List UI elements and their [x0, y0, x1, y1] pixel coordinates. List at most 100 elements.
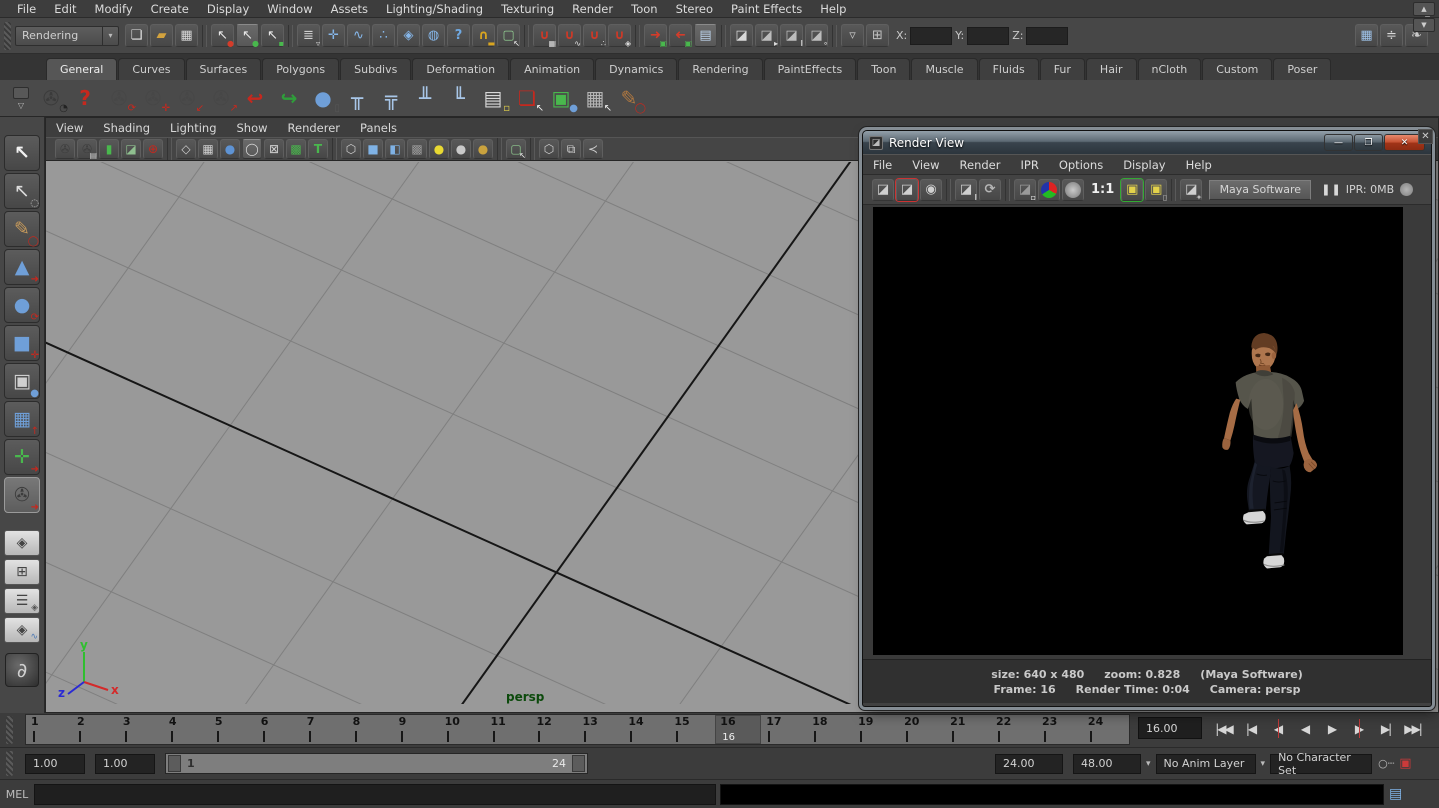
scale-tool[interactable]: ■ ✛: [4, 325, 40, 361]
menu-item[interactable]: Create: [142, 1, 198, 17]
shadows-icon[interactable]: ◧: [385, 139, 405, 159]
menu-item[interactable]: Modify: [86, 1, 142, 17]
range-end-handle[interactable]: [572, 755, 585, 772]
render-view-title-bar[interactable]: ◪ Render View — ❐ ✕: [863, 131, 1431, 154]
menu-item[interactable]: Paint Effects: [722, 1, 811, 17]
pause-ipr-icon[interactable]: ❚❚: [1321, 183, 1341, 196]
shelf-tab[interactable]: Rendering: [678, 58, 762, 80]
snap-to-curve-icon[interactable]: ∿: [347, 24, 370, 47]
select-by-object-icon[interactable]: ↖ ●: [236, 24, 259, 47]
snap-magnet-point-icon[interactable]: ∪ ∴: [583, 24, 606, 47]
toolbar-grip[interactable]: [4, 22, 11, 50]
xray-icon[interactable]: ⊠: [264, 139, 284, 159]
menu-item[interactable]: Edit: [45, 1, 85, 17]
smooth-shade-icon[interactable]: ▦: [198, 139, 218, 159]
menu-item[interactable]: Help: [811, 1, 855, 17]
alpha-channel-icon[interactable]: [1062, 179, 1084, 201]
frame-cell[interactable]: 11: [486, 715, 532, 744]
last-tool-used[interactable]: ✇ ➜: [4, 477, 40, 513]
frame-cell[interactable]: 8: [348, 715, 394, 744]
toolbar-separator[interactable]: [832, 25, 837, 47]
universal-manipulator-tool[interactable]: ▣ ●: [4, 363, 40, 399]
dolly-camera-icon[interactable]: ✇ ↙: [172, 83, 202, 113]
timeline-grip[interactable]: [6, 716, 13, 743]
toolbar-separator[interactable]: [288, 25, 293, 47]
shelf-tab[interactable]: Dynamics: [595, 58, 677, 80]
rotate-tool[interactable]: ● ⟳: [4, 287, 40, 323]
frame-cell[interactable]: 20: [899, 715, 945, 744]
image-plane-icon[interactable]: ◪: [121, 139, 141, 159]
wireframe-icon[interactable]: ◇: [176, 139, 196, 159]
maximize-button[interactable]: ❐: [1354, 134, 1383, 151]
play-forwards-button[interactable]: ▶: [1318, 715, 1345, 742]
viewport-menu-item[interactable]: Lighting: [170, 121, 228, 135]
frame-cell[interactable]: 23: [1037, 715, 1083, 744]
menu-item[interactable]: Display: [198, 1, 258, 17]
frame-cell[interactable]: 10: [440, 715, 486, 744]
all-lights-icon[interactable]: ■: [363, 139, 383, 159]
redo-previous-render-icon[interactable]: ◪: [896, 179, 918, 201]
playback-end-field[interactable]: 24.00: [995, 754, 1063, 774]
snap-to-point-icon[interactable]: ∴: [372, 24, 395, 47]
frame-cell[interactable]: 15: [669, 715, 715, 744]
ipr-render-icon[interactable]: ◪ I: [955, 179, 977, 201]
shelf-tab[interactable]: Animation: [510, 58, 594, 80]
layout-graph-pane-button[interactable]: ◈ ∿: [4, 617, 40, 643]
duplicate-special-icon[interactable]: ▣ ●: [546, 83, 576, 113]
frame-cell[interactable]: 14: [623, 715, 669, 744]
frame-cell[interactable]: 6: [256, 715, 302, 744]
step-back-frame-button[interactable]: |◀: [1237, 715, 1264, 742]
viewport-menu-item[interactable]: Renderer: [288, 121, 353, 135]
tool-settings-icon[interactable]: ≑: [1380, 24, 1403, 47]
menu-set-selector[interactable]: Rendering ▾: [15, 26, 119, 46]
unparent-icon[interactable]: ╙: [444, 83, 474, 113]
panel-close-icon[interactable]: ✕: [1418, 129, 1433, 144]
viewport-separator[interactable]: [167, 138, 172, 160]
frame-cell[interactable]: 2: [72, 715, 118, 744]
anim-layer-dropdown-icon[interactable]: ▾: [1146, 759, 1151, 769]
render-view-menu-item[interactable]: Help: [1186, 158, 1212, 172]
light-yellow-icon[interactable]: ●: [429, 139, 449, 159]
go-to-end-button[interactable]: ▶▶|: [1399, 715, 1426, 742]
z-input[interactable]: [1026, 27, 1068, 45]
connections-icon[interactable]: ≺: [583, 139, 603, 159]
current-time-field[interactable]: 16.00: [1138, 717, 1202, 739]
snap-magnet-plane-icon[interactable]: ∪ ◈: [608, 24, 631, 47]
construction-history-icon[interactable]: ▤: [694, 24, 717, 47]
auto-keyframe-icon[interactable]: ▣: [1399, 756, 1411, 771]
render-view-menu-item[interactable]: IPR: [1021, 158, 1039, 172]
channel-box-icon[interactable]: ▦: [1355, 24, 1378, 47]
chevron-down-icon[interactable]: ▾: [102, 27, 118, 45]
rendered-image[interactable]: [873, 207, 1403, 655]
select-by-component-icon[interactable]: ↖ ▪: [261, 24, 284, 47]
textured-icon[interactable]: ▩: [286, 139, 306, 159]
render-view-menu-item[interactable]: File: [873, 158, 892, 172]
mel-input[interactable]: [34, 784, 716, 805]
frame-cell[interactable]: 4: [164, 715, 210, 744]
toolbar-separator[interactable]: [721, 25, 726, 47]
menu-item[interactable]: Render: [563, 1, 622, 17]
region-render-icon[interactable]: ◪ ▫: [1014, 179, 1036, 201]
save-scene-icon[interactable]: ▦: [175, 24, 198, 47]
viewport-menu-item[interactable]: Show: [237, 121, 280, 135]
set-key-icon[interactable]: ○┈: [1378, 757, 1394, 770]
shelf-tab[interactable]: nCloth: [1138, 58, 1202, 80]
select-by-hierarchy-icon[interactable]: ↖ ●: [211, 24, 234, 47]
frame-cell[interactable]: 16 16: [715, 715, 761, 744]
render-view-window[interactable]: ◪ Render View — ❐ ✕ FileViewRenderIPROpt…: [862, 130, 1432, 707]
quick-help-icon[interactable]: ?: [447, 24, 470, 47]
highlight-selection-icon[interactable]: ▢ ↖: [497, 24, 520, 47]
shelf-tab[interactable]: Poser: [1273, 58, 1331, 80]
shaded-sphere-icon[interactable]: ●: [220, 139, 240, 159]
step-forward-frame-button[interactable]: ▶|: [1372, 715, 1399, 742]
step-forward-key-button[interactable]: ▶: [1345, 715, 1372, 742]
frame-cell[interactable]: 13: [577, 715, 623, 744]
frame-cell[interactable]: 21: [945, 715, 991, 744]
shelf-tab[interactable]: Subdivs: [340, 58, 411, 80]
help-icon[interactable]: ?: [70, 83, 100, 113]
layered-view-icon[interactable]: ⧉: [561, 139, 581, 159]
zoom-ratio-button[interactable]: 1:1: [1091, 182, 1114, 197]
render-view-menu-item[interactable]: Render: [960, 158, 1001, 172]
menu-item[interactable]: File: [8, 1, 45, 17]
renderer-selector[interactable]: Maya Software: [1209, 180, 1311, 200]
